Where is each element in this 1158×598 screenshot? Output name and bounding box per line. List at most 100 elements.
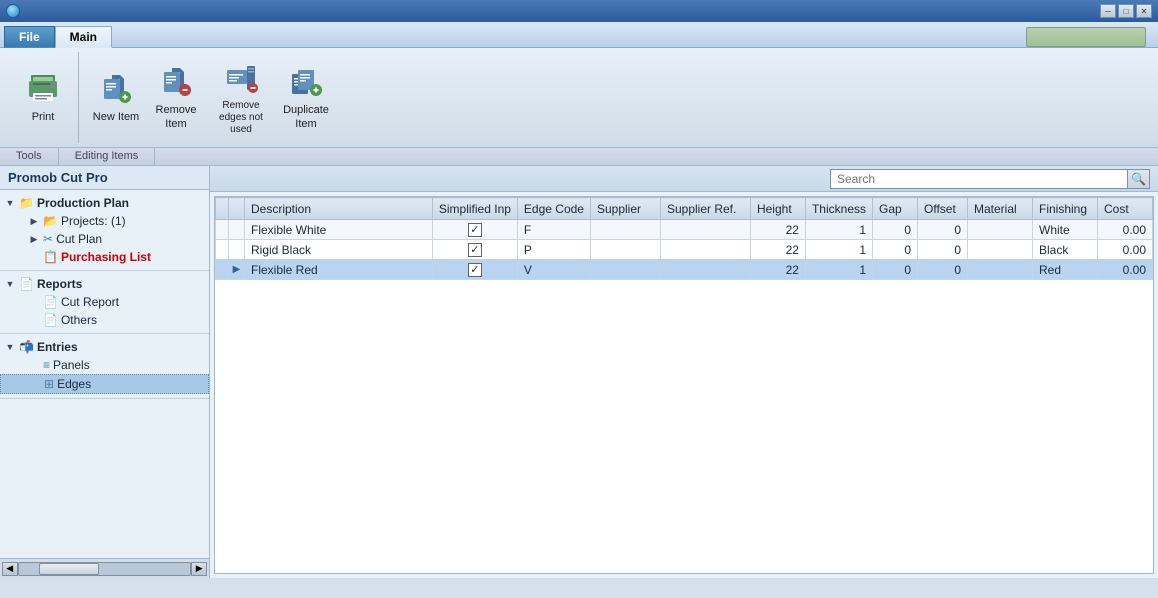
col-offset: Offset — [918, 198, 968, 220]
new-item-button[interactable]: New Item — [87, 62, 145, 134]
checkbox-simplified-2[interactable]: ✓ — [468, 263, 482, 277]
tools-section-label: Tools — [0, 148, 59, 165]
restore-button[interactable]: □ — [1118, 4, 1134, 18]
sidebar-item-production-plan[interactable]: ▼ 📁 Production Plan — [0, 194, 209, 212]
horizontal-scrollbar[interactable]: ◀ ▶ — [0, 558, 209, 578]
remove-edges-button[interactable]: Remove edges not used — [207, 62, 275, 134]
print-icon — [25, 71, 61, 107]
col-edge-code: Edge Code — [517, 198, 590, 220]
reports-section: ▼ 📄 Reports 📄 Cut Report 📄 Others — [0, 271, 209, 334]
search-button[interactable]: 🔍 — [1127, 170, 1149, 188]
panels-label: Panels — [53, 358, 90, 372]
duplicate-item-button[interactable]: Duplicate Item — [277, 62, 335, 134]
duplicate-item-icon — [288, 64, 324, 100]
print-button[interactable]: Print — [14, 62, 72, 134]
remove-item-icon — [158, 64, 194, 100]
cell-simplified-0[interactable]: ✓ — [432, 220, 517, 240]
new-item-icon — [98, 71, 134, 107]
sidebar-item-entries[interactable]: ▼ 📬 Entries — [0, 338, 209, 356]
col-gap: Gap — [873, 198, 918, 220]
duplicate-item-label: Duplicate Item — [282, 104, 330, 130]
collapse-projects[interactable]: ▶ — [28, 215, 40, 227]
cell-material-1 — [968, 240, 1033, 260]
projects-label: Projects: (1) — [61, 214, 126, 228]
sidebar-item-others[interactable]: 📄 Others — [0, 311, 209, 329]
cell-simplified-2[interactable]: ✓ — [432, 260, 517, 280]
tab-file-label: File — [19, 30, 40, 44]
collapse-reports[interactable]: ▼ — [4, 278, 16, 290]
cell-offset-1: 0 — [918, 240, 968, 260]
scrollbar-track[interactable] — [18, 562, 192, 576]
sidebar-item-reports[interactable]: ▼ 📄 Reports — [0, 275, 209, 293]
tab-main[interactable]: Main — [55, 26, 112, 48]
cell-gap-2: 0 — [873, 260, 918, 280]
cut-plan-label: Cut Plan — [56, 232, 102, 246]
menu-bar: File Main — [0, 22, 1158, 48]
table-row[interactable]: Flexible White ✓ F 22 1 0 0 White 0.00 — [216, 220, 1153, 240]
cell-thickness-0: 1 — [805, 220, 872, 240]
app-icon — [6, 4, 20, 18]
sidebar-item-projects[interactable]: ▶ 📂 Projects: (1) — [0, 212, 209, 230]
sidebar-item-panels[interactable]: ≡ Panels — [0, 356, 209, 374]
cell-finishing-2: Red — [1033, 260, 1098, 280]
sidebar-title: Promob Cut Pro — [0, 166, 209, 190]
collapse-entries[interactable]: ▼ — [4, 341, 16, 353]
col-height: Height — [750, 198, 805, 220]
title-bar-left — [6, 4, 20, 18]
entries-icon: 📬 — [19, 340, 34, 354]
cell-cost-0: 0.00 — [1098, 220, 1153, 240]
sidebar-item-purchasing-list[interactable]: 📋 Purchasing List — [0, 248, 209, 266]
toolbar: Print New Item — [0, 48, 1158, 148]
table-row[interactable]: Rigid Black ✓ P 22 1 0 0 Black 0.00 — [216, 240, 1153, 260]
search-input[interactable] — [831, 172, 1127, 186]
collapse-cut-plan[interactable]: ▶ — [28, 233, 40, 245]
entries-section: ▼ 📬 Entries ≡ Panels ⊞ Edges — [0, 334, 209, 399]
remove-item-button[interactable]: Remove Item — [147, 62, 205, 134]
row-indicator-2 — [216, 260, 229, 280]
edges-icon: ⊞ — [44, 377, 54, 391]
cell-edge-code-0: F — [517, 220, 590, 240]
cell-simplified-1[interactable]: ✓ — [432, 240, 517, 260]
table-body: Flexible White ✓ F 22 1 0 0 White 0.00 R… — [216, 220, 1153, 280]
entries-label: Entries — [37, 340, 78, 354]
purchasing-list-label: Purchasing List — [61, 250, 151, 264]
tab-file[interactable]: File — [4, 26, 55, 48]
col-material: Material — [968, 198, 1033, 220]
cell-offset-2: 0 — [918, 260, 968, 280]
others-label: Others — [61, 313, 97, 327]
checkbox-simplified-1[interactable]: ✓ — [468, 243, 482, 257]
cell-height-2: 22 — [750, 260, 805, 280]
sidebar-item-edges[interactable]: ⊞ Edges — [0, 374, 209, 394]
minimize-button[interactable]: ─ — [1100, 4, 1116, 18]
cell-description-1: Rigid Black — [245, 240, 433, 260]
cell-cost-2: 0.00 — [1098, 260, 1153, 280]
cell-edge-code-2: V — [517, 260, 590, 280]
main-content: 🔍 Description Simplified Inp Edge Code S… — [210, 166, 1158, 578]
cell-thickness-2: 1 — [805, 260, 872, 280]
sidebar-item-cut-report[interactable]: 📄 Cut Report — [0, 293, 209, 311]
remove-item-label: Remove Item — [152, 104, 200, 130]
table-row[interactable]: ▶ Flexible Red ✓ V 22 1 0 0 Red 0.00 — [216, 260, 1153, 280]
scroll-right-arrow[interactable]: ▶ — [191, 562, 207, 576]
editing-section-label: Editing Items — [59, 148, 156, 165]
row-indicator-0 — [216, 220, 229, 240]
edges-label: Edges — [57, 377, 91, 391]
search-icon: 🔍 — [1131, 172, 1146, 186]
cell-offset-0: 0 — [918, 220, 968, 240]
toolbar-group-tools: Print — [8, 52, 79, 143]
toolbar-sections: Tools Editing Items — [0, 148, 1158, 166]
checkbox-simplified-0[interactable]: ✓ — [468, 223, 482, 237]
cell-gap-0: 0 — [873, 220, 918, 240]
close-button[interactable]: ✕ — [1136, 4, 1152, 18]
remove-edges-label: Remove edges not used — [212, 100, 270, 136]
col-supplier: Supplier — [590, 198, 660, 220]
tab-main-label: Main — [70, 30, 97, 44]
collapse-production-plan[interactable]: ▼ — [4, 197, 16, 209]
production-plan-section: ▼ 📁 Production Plan ▶ 📂 Projects: (1) ▶ … — [0, 190, 209, 271]
scroll-left-arrow[interactable]: ◀ — [2, 562, 18, 576]
col-arrow — [229, 198, 245, 220]
scrollbar-thumb[interactable] — [39, 563, 99, 575]
sidebar-item-cut-plan[interactable]: ▶ ✂ Cut Plan — [0, 230, 209, 248]
cell-supplier-ref-0 — [660, 220, 750, 240]
cell-material-2 — [968, 260, 1033, 280]
